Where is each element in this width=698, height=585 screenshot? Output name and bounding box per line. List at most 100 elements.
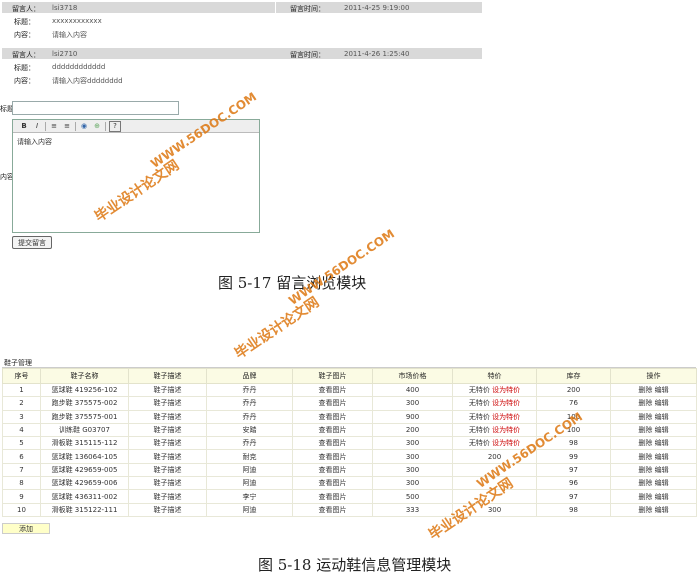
brand: 阿迪 (242, 479, 257, 488)
view-description-link[interactable]: 鞋子描述 (154, 439, 182, 447)
actions-links[interactable]: 删除 编辑 (638, 479, 668, 487)
view-image-link[interactable]: 查看图片 (319, 506, 347, 514)
table-cell: 2 (2, 396, 41, 411)
rich-text-editor[interactable]: B I ≡ ≡ ◉ ⊕ ? 请输入内容 (12, 119, 260, 233)
view-description-link[interactable]: 鞋子描述 (154, 479, 182, 487)
column-header: 品牌 (206, 368, 293, 384)
view-image-link[interactable]: 查看图片 (319, 413, 347, 421)
shoe-name: 篮球鞋 436311-002 (51, 492, 118, 501)
table-cell[interactable]: 删除 编辑 (610, 409, 697, 424)
table-cell: 查看图片 (292, 449, 373, 464)
stock: 97 (569, 492, 578, 501)
stock: 98 (569, 439, 578, 448)
submit-message-button[interactable]: 提交留言 (12, 236, 52, 249)
row-number: 7 (19, 465, 24, 474)
table-cell: 9 (2, 489, 41, 504)
set-special-link[interactable]: 设为特价 (492, 399, 520, 407)
special-price: 200 (487, 452, 502, 461)
actions-links[interactable]: 删除 编辑 (638, 413, 668, 421)
ordered-list-icon[interactable]: ≡ (49, 122, 59, 131)
view-description-link[interactable]: 鞋子描述 (154, 386, 182, 394)
view-image-link[interactable]: 查看图片 (319, 386, 347, 394)
table-cell[interactable]: 删除 编辑 (610, 449, 697, 464)
view-image-link[interactable]: 查看图片 (319, 399, 347, 407)
table-cell: 300 (372, 396, 453, 411)
actions-links[interactable]: 删除 编辑 (638, 493, 668, 501)
actions-links[interactable]: 删除 编辑 (638, 386, 668, 394)
table-cell: 滑板鞋 315115-112 (40, 436, 129, 451)
message-2-author-label: 留言人： (12, 51, 40, 59)
table-cell: 7 (2, 462, 41, 478)
view-description-link[interactable]: 鞋子描述 (154, 506, 182, 514)
image-icon[interactable]: ⊕ (92, 122, 102, 131)
table-cell[interactable]: 删除 编辑 (610, 502, 697, 517)
table-cell: 10 (2, 502, 41, 517)
italic-icon[interactable]: I (32, 122, 42, 131)
brand: 乔丹 (242, 412, 257, 421)
set-special-link[interactable]: 设为特价 (492, 439, 520, 447)
view-description-link[interactable]: 鞋子描述 (154, 413, 182, 421)
actions-links[interactable]: 删除 编辑 (638, 453, 668, 461)
message-2-time: 2011-4-26 1:25:40 (344, 50, 410, 58)
set-special-link[interactable]: 设为特价 (492, 413, 520, 421)
shoe-name: 滑板鞋 315122-111 (51, 505, 118, 514)
view-description-link[interactable]: 鞋子描述 (154, 493, 182, 501)
row-number: 1 (19, 386, 24, 395)
bold-icon[interactable]: B (19, 122, 29, 131)
view-image-link[interactable]: 查看图片 (319, 479, 347, 487)
view-description-link[interactable]: 鞋子描述 (154, 466, 182, 474)
actions-links[interactable]: 删除 编辑 (638, 506, 668, 514)
brand: 乔丹 (242, 439, 257, 448)
table-cell[interactable]: 删除 编辑 (610, 489, 697, 504)
shoe-name: 篮球鞋 419256-102 (51, 386, 118, 395)
market-price: 300 (405, 452, 420, 461)
link-icon[interactable]: ◉ (79, 122, 89, 131)
table-row: 4 训练鞋 G03707 鞋子描述 安踏 查看图片 200 无特价 设为特价 100 删除 编辑 (2, 422, 697, 438)
help-icon[interactable]: ? (109, 120, 121, 132)
editor-text[interactable]: 请输入内容 (13, 133, 259, 151)
toolbar-separator (105, 121, 106, 131)
table-cell[interactable]: 删除 编辑 (610, 462, 697, 478)
view-image-link[interactable]: 查看图片 (319, 439, 347, 447)
special-price: 无特价 (468, 386, 490, 395)
view-image-link[interactable]: 查看图片 (319, 493, 347, 501)
shoe-name: 滑板鞋 315115-112 (51, 439, 118, 448)
brand: 李宁 (242, 492, 257, 501)
table-cell: 篮球鞋 436311-002 (40, 489, 129, 504)
add-button[interactable]: 添加 (2, 523, 50, 534)
table-cell[interactable]: 删除 编辑 (610, 422, 697, 438)
view-image-link[interactable]: 查看图片 (319, 426, 347, 434)
table-cell: 8 (2, 476, 41, 491)
brand: 耐克 (242, 452, 257, 461)
stock: 200 (566, 386, 581, 395)
actions-links[interactable]: 删除 编辑 (638, 399, 668, 407)
table-cell[interactable]: 删除 编辑 (610, 476, 697, 491)
view-description-link[interactable]: 鞋子描述 (154, 453, 182, 461)
table-cell: 300 (372, 449, 453, 464)
stock: 96 (569, 479, 578, 488)
toolbar-separator (75, 121, 76, 131)
market-price: 300 (405, 439, 420, 448)
table-cell: 鞋子描述 (128, 396, 207, 411)
set-special-link[interactable]: 设为特价 (492, 426, 520, 434)
table-cell: 阿迪 (206, 462, 293, 478)
table-cell[interactable]: 删除 编辑 (610, 382, 697, 398)
view-image-link[interactable]: 查看图片 (319, 466, 347, 474)
unordered-list-icon[interactable]: ≡ (62, 122, 72, 131)
message-2-content-label: 内容： (14, 77, 35, 85)
title-input[interactable] (12, 101, 179, 115)
market-price: 300 (405, 399, 420, 408)
view-description-link[interactable]: 鞋子描述 (154, 399, 182, 407)
table-cell[interactable]: 删除 编辑 (610, 436, 697, 451)
message-2-content: 请输入内容dddddddd (52, 77, 123, 85)
view-image-link[interactable]: 查看图片 (319, 453, 347, 461)
special-price-cell: 无特价 设为特价 (452, 409, 537, 424)
actions-links[interactable]: 删除 编辑 (638, 439, 668, 447)
view-description-link[interactable]: 鞋子描述 (154, 426, 182, 434)
brand: 阿迪 (242, 505, 257, 514)
set-special-link[interactable]: 设为特价 (492, 386, 520, 394)
table-cell: 跑步鞋 375575-002 (40, 396, 129, 411)
actions-links[interactable]: 删除 编辑 (638, 426, 668, 434)
actions-links[interactable]: 删除 编辑 (638, 466, 668, 474)
table-cell[interactable]: 删除 编辑 (610, 396, 697, 411)
